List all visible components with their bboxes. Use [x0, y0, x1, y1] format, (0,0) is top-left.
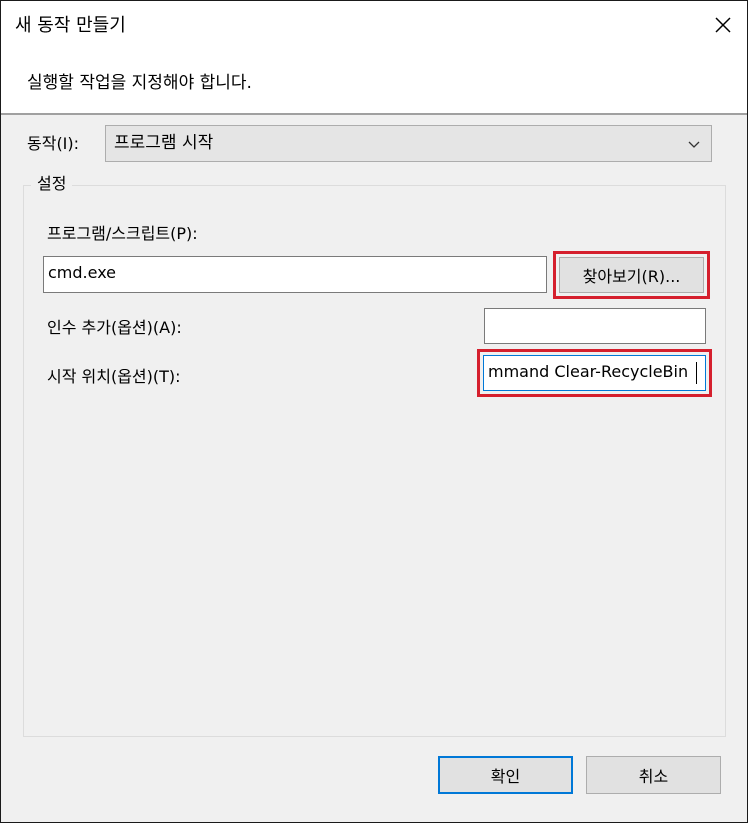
arguments-input[interactable] — [484, 308, 706, 344]
action-select[interactable]: 프로그램 시작 — [105, 125, 712, 162]
title-bar: 새 동작 만들기 — [1, 1, 747, 53]
close-button[interactable] — [699, 1, 747, 49]
start-in-input[interactable]: mmand Clear-RecycleBin — [483, 355, 706, 391]
dialog-title: 새 동작 만들기 — [15, 15, 126, 36]
ok-button[interactable]: 확인 — [438, 756, 573, 794]
settings-legend: 설정 — [31, 173, 73, 195]
text-caret — [696, 362, 697, 384]
instruction-area: 실행할 작업을 지정해야 합니다. — [1, 53, 747, 115]
close-icon — [715, 17, 731, 33]
action-label: 동작(I): — [27, 134, 80, 153]
cancel-button[interactable]: 취소 — [586, 756, 721, 794]
instruction-text: 실행할 작업을 지정해야 합니다. — [27, 73, 252, 93]
program-script-value: cmd.exe — [48, 263, 117, 282]
action-select-value: 프로그램 시작 — [114, 133, 214, 153]
chevron-down-icon — [688, 141, 700, 148]
start-in-label: 시작 위치(옵션)(T): — [47, 367, 181, 386]
program-script-input[interactable]: cmd.exe — [43, 256, 547, 293]
start-in-value: mmand Clear-RecycleBin — [488, 362, 689, 381]
program-script-label: 프로그램/스크립트(P): — [47, 224, 198, 243]
browse-button[interactable]: 찾아보기(R)... — [559, 257, 704, 293]
arguments-label: 인수 추가(옵션)(A): — [47, 318, 182, 337]
new-action-dialog: 새 동작 만들기 실행할 작업을 지정해야 합니다. 동작(I): 프로그램 시… — [0, 0, 748, 823]
